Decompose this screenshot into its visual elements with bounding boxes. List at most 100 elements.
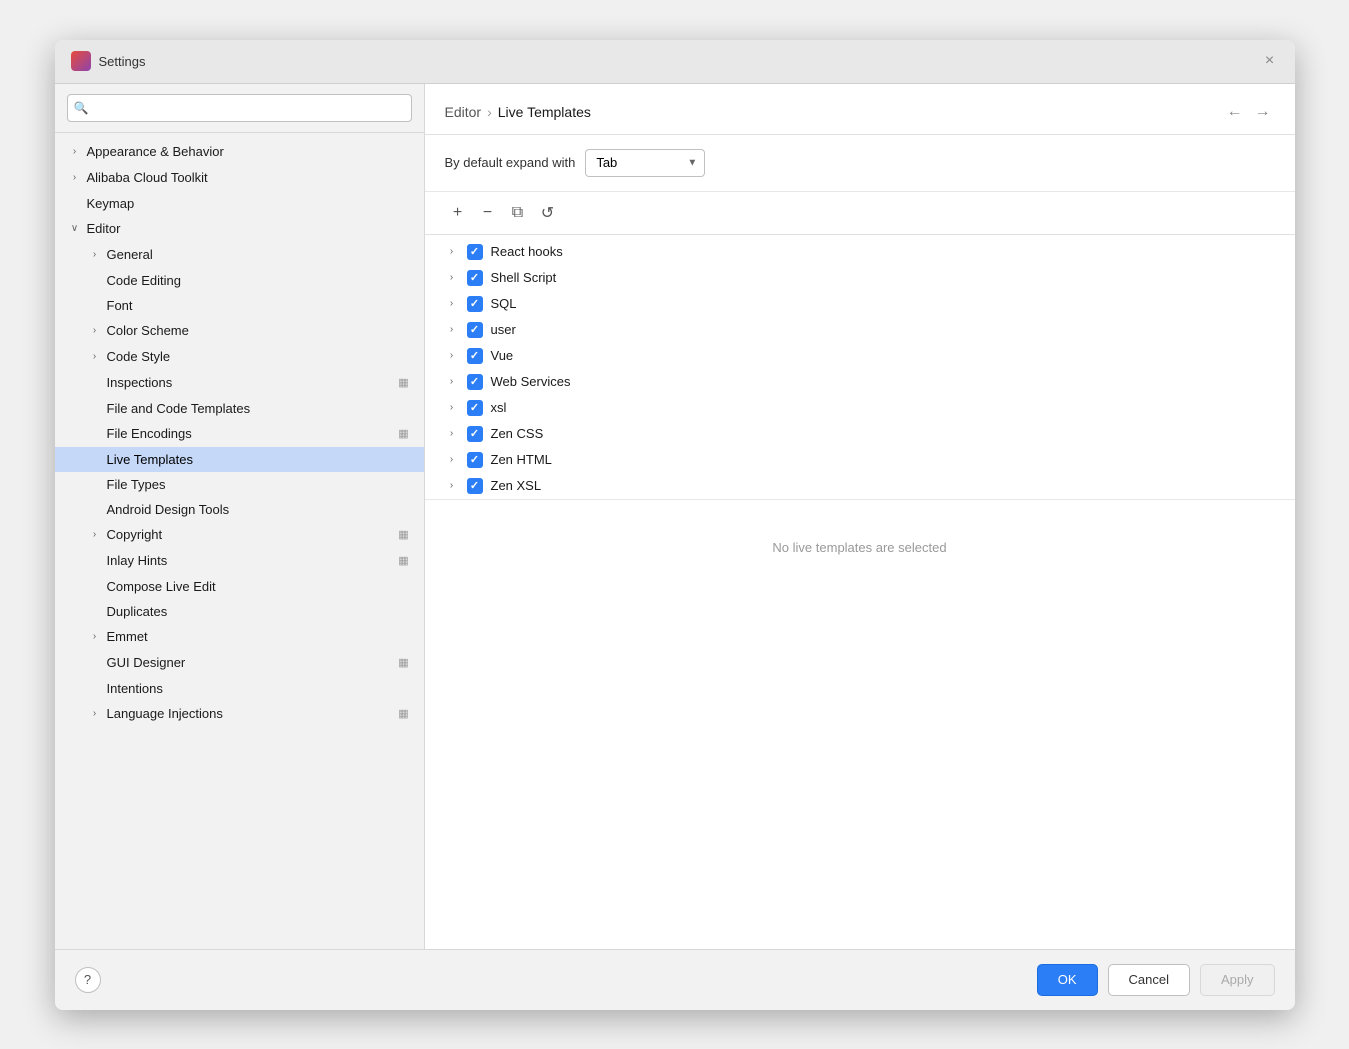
chevron-icon: › (87, 527, 103, 543)
sidebar-item-file-types[interactable]: File Types (55, 472, 424, 497)
sidebar-item-file-code-templates[interactable]: File and Code Templates (55, 396, 424, 421)
sidebar-item-label: General (107, 247, 412, 262)
breadcrumb-root: Editor (445, 104, 482, 120)
chevron-icon: › (87, 247, 103, 263)
sidebar-item-compose-live-edit[interactable]: Compose Live Edit (55, 574, 424, 599)
sidebar-item-code-style[interactable]: › Code Style (55, 344, 424, 370)
main-content: 🔍 › Appearance & Behavior › Alibaba Clou… (55, 84, 1295, 949)
sidebar-item-general[interactable]: › General (55, 242, 424, 268)
expand-dropdown[interactable]: Tab Enter Space (585, 149, 705, 177)
chevron-icon: › (87, 629, 103, 645)
template-label: Web Services (491, 374, 571, 389)
list-item[interactable]: › xsl (425, 395, 1295, 421)
copy-button[interactable]: ⧉ (505, 200, 531, 226)
chevron-down-icon: ∨ (67, 221, 83, 237)
sidebar-item-code-editing[interactable]: Code Editing (55, 268, 424, 293)
no-selection-message: No live templates are selected (425, 499, 1295, 595)
action-buttons: OK Cancel Apply (1037, 964, 1275, 996)
checkbox-zen-css[interactable] (467, 426, 483, 442)
reset-button[interactable]: ↺ (535, 200, 561, 226)
sidebar-item-language-injections[interactable]: › Language Injections ▦ (55, 701, 424, 727)
sidebar-item-copyright[interactable]: › Copyright ▦ (55, 522, 424, 548)
checkbox-web-services[interactable] (467, 374, 483, 390)
list-item[interactable]: › Zen HTML (425, 447, 1295, 473)
chevron-icon: › (67, 170, 83, 186)
list-item[interactable]: › React hooks (425, 239, 1295, 265)
template-label: user (491, 322, 516, 337)
sidebar-item-font[interactable]: Font (55, 293, 424, 318)
template-label: xsl (491, 400, 507, 415)
sidebar-item-android-design-tools[interactable]: Android Design Tools (55, 497, 424, 522)
checkbox-sql[interactable] (467, 296, 483, 312)
sidebar-item-label: Copyright (107, 527, 392, 542)
checkbox-user[interactable] (467, 322, 483, 338)
sidebar-item-label: Keymap (87, 196, 412, 211)
grid-icon: ▦ (396, 655, 412, 671)
sidebar-item-duplicates[interactable]: Duplicates (55, 599, 424, 624)
help-button[interactable]: ? (75, 967, 101, 993)
sidebar-item-appearance[interactable]: › Appearance & Behavior (55, 139, 424, 165)
list-item[interactable]: › Zen CSS (425, 421, 1295, 447)
sidebar-item-color-scheme[interactable]: › Color Scheme (55, 318, 424, 344)
sidebar-item-live-templates[interactable]: Live Templates (55, 447, 424, 472)
bottom-buttons: ? OK Cancel Apply (55, 949, 1295, 1010)
checkbox-shell-script[interactable] (467, 270, 483, 286)
list-item[interactable]: › Vue (425, 343, 1295, 369)
list-item[interactable]: › Web Services (425, 369, 1295, 395)
template-label: SQL (491, 296, 517, 311)
grid-icon: ▦ (396, 426, 412, 442)
checkbox-vue[interactable] (467, 348, 483, 364)
ok-button[interactable]: OK (1037, 964, 1098, 996)
sidebar-item-intentions[interactable]: Intentions (55, 676, 424, 701)
search-input[interactable] (67, 94, 412, 122)
checkbox-zen-xsl[interactable] (467, 478, 483, 494)
chevron-icon: › (445, 271, 459, 285)
panel-header: Editor › Live Templates ← → (425, 84, 1295, 135)
list-item[interactable]: › Shell Script (425, 265, 1295, 291)
close-button[interactable]: × (1261, 52, 1279, 70)
sidebar-item-gui-designer[interactable]: GUI Designer ▦ (55, 650, 424, 676)
sidebar-item-emmet[interactable]: › Emmet (55, 624, 424, 650)
grid-icon: ▦ (396, 706, 412, 722)
expand-dropdown-wrapper: Tab Enter Space ▼ (585, 149, 705, 177)
sidebar-item-label: Alibaba Cloud Toolkit (87, 170, 412, 185)
right-panel: Editor › Live Templates ← → By default e… (425, 84, 1295, 949)
sidebar-item-editor[interactable]: ∨ Editor (55, 216, 424, 242)
checkbox-xsl[interactable] (467, 400, 483, 416)
sidebar-item-label: Duplicates (107, 604, 412, 619)
checkbox-react-hooks[interactable] (467, 244, 483, 260)
chevron-icon: › (445, 453, 459, 467)
chevron-icon: › (445, 349, 459, 363)
sidebar-item-keymap[interactable]: Keymap (55, 191, 424, 216)
apply-button[interactable]: Apply (1200, 964, 1275, 996)
chevron-icon: › (445, 479, 459, 493)
title-bar: Settings × (55, 40, 1295, 84)
breadcrumb-separator: › (487, 104, 492, 120)
sidebar-item-alibaba[interactable]: › Alibaba Cloud Toolkit (55, 165, 424, 191)
cancel-button[interactable]: Cancel (1108, 964, 1190, 996)
sidebar-item-label: Color Scheme (107, 323, 412, 338)
search-wrapper: 🔍 (67, 94, 412, 122)
list-item[interactable]: › user (425, 317, 1295, 343)
sidebar: 🔍 › Appearance & Behavior › Alibaba Clou… (55, 84, 425, 949)
sidebar-item-label: Appearance & Behavior (87, 144, 412, 159)
list-item[interactable]: › Zen XSL (425, 473, 1295, 499)
template-label: Zen HTML (491, 452, 552, 467)
chevron-icon: › (445, 297, 459, 311)
list-item[interactable]: › SQL (425, 291, 1295, 317)
forward-button[interactable]: → (1251, 100, 1275, 124)
back-button[interactable]: ← (1223, 100, 1247, 124)
sidebar-item-label: Intentions (107, 681, 412, 696)
remove-button[interactable]: − (475, 200, 501, 226)
dialog-title: Settings (99, 54, 146, 69)
sidebar-item-inspections[interactable]: Inspections ▦ (55, 370, 424, 396)
breadcrumb: Editor › Live Templates (445, 104, 591, 120)
sidebar-item-label: Inspections (107, 375, 392, 390)
app-icon (71, 51, 91, 71)
breadcrumb-current: Live Templates (498, 104, 591, 120)
checkbox-zen-html[interactable] (467, 452, 483, 468)
add-button[interactable]: + (445, 200, 471, 226)
sidebar-item-file-encodings[interactable]: File Encodings ▦ (55, 421, 424, 447)
sidebar-item-label: File Types (107, 477, 412, 492)
sidebar-item-inlay-hints[interactable]: Inlay Hints ▦ (55, 548, 424, 574)
